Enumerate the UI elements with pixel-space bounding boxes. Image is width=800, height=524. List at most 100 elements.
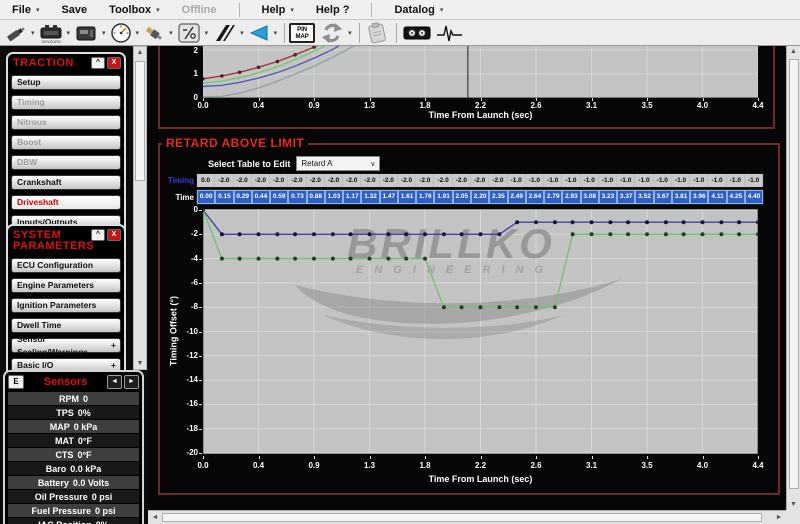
time-cell[interactable]: 3.67: [654, 190, 672, 204]
sidebar-item-dbw[interactable]: DBW: [11, 155, 121, 170]
time-cell[interactable]: 0.59: [270, 190, 288, 204]
sidebar-item-timing[interactable]: Timing: [11, 95, 121, 110]
time-cell[interactable]: 0.44: [252, 190, 270, 204]
menu-item-save[interactable]: Save: [61, 4, 87, 16]
close-button[interactable]: X: [107, 57, 121, 69]
time-cell[interactable]: 2.79: [544, 190, 562, 204]
time-cell[interactable]: 0.15: [215, 190, 233, 204]
time-cell[interactable]: 0.88: [307, 190, 325, 204]
time-cell[interactable]: 1.03: [325, 190, 343, 204]
timing-cell[interactable]: -2.0: [325, 174, 343, 187]
time-cell[interactable]: 1.32: [361, 190, 379, 204]
time-cell[interactable]: 2.05: [453, 190, 471, 204]
edit-button[interactable]: E: [8, 375, 24, 389]
time-cell[interactable]: 3.37: [617, 190, 635, 204]
scroll-down-icon[interactable]: ▼: [134, 360, 146, 367]
time-cell[interactable]: 4.11: [708, 190, 726, 204]
sidebar-item-setup[interactable]: Setup: [11, 75, 121, 90]
sidebar-item-dwell-time[interactable]: Dwell Time: [11, 318, 121, 333]
time-cell[interactable]: 2.20: [471, 190, 489, 204]
timing-cell[interactable]: -1.0: [635, 174, 653, 187]
menu-item-datalog[interactable]: Datalog▾: [394, 4, 443, 16]
menu-item-file[interactable]: File▾: [12, 4, 39, 16]
timing-cell[interactable]: -1.0: [672, 174, 690, 187]
time-cell[interactable]: 2.35: [489, 190, 507, 204]
time-cell[interactable]: 3.81: [672, 190, 690, 204]
waveform-icon[interactable]: [435, 21, 465, 45]
clipboard-icon[interactable]: [364, 21, 390, 45]
chevron-down-icon[interactable]: ▾: [136, 29, 140, 37]
timing-cell[interactable]: -2.0: [434, 174, 452, 187]
time-cell[interactable]: 0.00: [197, 190, 215, 204]
timing-cell[interactable]: -2.0: [398, 174, 416, 187]
sidebar-item-crankshaft[interactable]: Crankshaft: [11, 175, 121, 190]
timing-cell[interactable]: -2.0: [453, 174, 471, 187]
chevron-down-icon[interactable]: ▾: [67, 29, 71, 37]
sidebar-scrollbar[interactable]: ▲ ▼: [133, 46, 147, 370]
time-cell[interactable]: 2.64: [526, 190, 544, 204]
scrollbar-thumb[interactable]: [135, 61, 145, 181]
chevron-down-icon[interactable]: ▾: [348, 29, 352, 37]
time-cell[interactable]: 3.96: [690, 190, 708, 204]
sensors-connector-icon[interactable]: SENSORS: [38, 22, 64, 44]
scrollbar-thumb[interactable]: [789, 59, 799, 489]
sidebar-item-ecu-configuration[interactable]: ECU Configuration: [11, 258, 121, 273]
menu-item-help[interactable]: Help▾: [262, 4, 294, 16]
close-button[interactable]: X: [107, 229, 121, 241]
timing-cell[interactable]: -2.0: [416, 174, 434, 187]
timing-cell[interactable]: -2.0: [471, 174, 489, 187]
time-cell[interactable]: 0.29: [234, 190, 252, 204]
time-cell[interactable]: 4.25: [727, 190, 745, 204]
scroll-down-icon[interactable]: ▼: [787, 501, 800, 508]
chevron-down-icon[interactable]: ▾: [274, 29, 278, 37]
timing-cell[interactable]: -2.0: [307, 174, 325, 187]
timing-cell[interactable]: -1.0: [654, 174, 672, 187]
injector-icon[interactable]: [4, 22, 28, 44]
timing-cell[interactable]: -1.0: [508, 174, 526, 187]
timing-cell[interactable]: -2.0: [361, 174, 379, 187]
spark-plug-icon[interactable]: [142, 22, 166, 44]
timing-cell[interactable]: -1.0: [581, 174, 599, 187]
timing-cell[interactable]: -1.0: [544, 174, 562, 187]
retard-chart-plot[interactable]: BRILLKO ENGINEERING: [203, 209, 758, 454]
vertical-scrollbar[interactable]: ▲ ▼: [786, 46, 800, 510]
sidebar-item-nitrous[interactable]: Nitrous: [11, 115, 121, 130]
time-cell[interactable]: 3.52: [635, 190, 653, 204]
gauge-icon[interactable]: [109, 22, 133, 44]
sidebar-item-ignition-parameters[interactable]: Ignition Parameters: [11, 298, 121, 313]
scroll-up-icon[interactable]: ▲: [787, 48, 800, 55]
scrollbar-thumb[interactable]: [162, 513, 762, 522]
menu-item-offline[interactable]: Offline: [182, 4, 217, 16]
prev-page-button[interactable]: ◄: [107, 375, 122, 389]
time-cell[interactable]: 1.17: [343, 190, 361, 204]
time-cell[interactable]: 0.73: [288, 190, 306, 204]
stripes-icon[interactable]: [211, 22, 237, 44]
sidebar-item-engine-parameters[interactable]: Engine Parameters: [11, 278, 121, 293]
module-icon[interactable]: [73, 22, 99, 44]
timing-cell[interactable]: -1.0: [708, 174, 726, 187]
timing-cell[interactable]: -1.0: [745, 174, 763, 187]
pin-map-button[interactable]: PIN MAP: [289, 23, 315, 43]
chevron-down-icon[interactable]: ▾: [205, 29, 209, 37]
chevron-down-icon[interactable]: ▾: [240, 29, 244, 37]
time-cell[interactable]: 2.49: [508, 190, 526, 204]
io-icon[interactable]: [176, 22, 202, 44]
chevron-down-icon[interactable]: ▾: [169, 29, 173, 37]
timing-cell[interactable]: -2.0: [288, 174, 306, 187]
horizontal-scrollbar[interactable]: ◄ ►: [148, 510, 786, 524]
chevron-down-icon[interactable]: ▾: [102, 29, 106, 37]
sidebar-item-sensor-scaling-warnings[interactable]: Sensor Scaling/Warnings+: [11, 338, 121, 353]
timing-cell[interactable]: -2.0: [343, 174, 361, 187]
timing-cell[interactable]: -2.0: [215, 174, 233, 187]
timing-cell[interactable]: -1.0: [562, 174, 580, 187]
time-cell[interactable]: 2.93: [562, 190, 580, 204]
time-cell[interactable]: 1.91: [434, 190, 452, 204]
time-cell[interactable]: 1.47: [380, 190, 398, 204]
collapse-button[interactable]: ^: [91, 229, 105, 241]
timing-cell[interactable]: -1.0: [690, 174, 708, 187]
timing-cell[interactable]: 0.0: [197, 174, 215, 187]
menu-item-help[interactable]: Help ?: [316, 4, 350, 16]
collapse-button[interactable]: ^: [91, 57, 105, 69]
timing-cell[interactable]: -2.0: [489, 174, 507, 187]
time-cell[interactable]: 3.08: [581, 190, 599, 204]
